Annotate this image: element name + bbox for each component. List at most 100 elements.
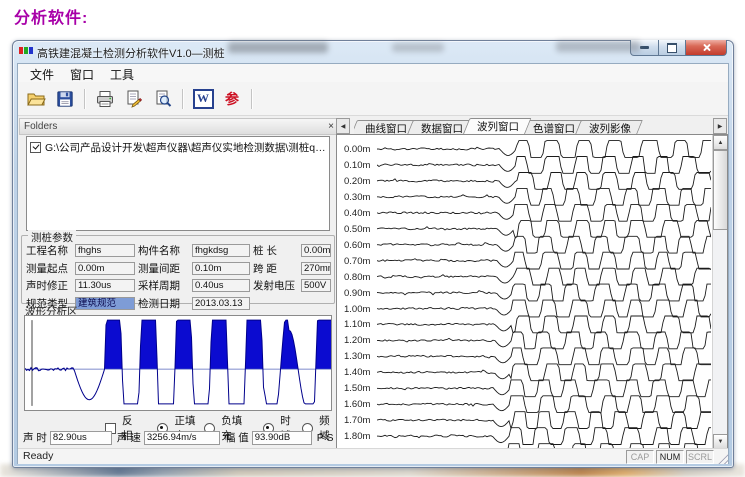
waveform-positive-fill xyxy=(25,320,331,404)
app-icon xyxy=(19,47,33,55)
wavetrain-panel[interactable]: ▲ ▼ 0.00m0.10m0.20m0.30m0.40m0.50m0.60m0… xyxy=(336,134,728,450)
checkbox-icon[interactable] xyxy=(30,142,41,153)
word-icon: W xyxy=(193,89,214,109)
menu-window[interactable]: 窗口 xyxy=(62,65,102,82)
param-value[interactable]: 0.40us xyxy=(192,279,250,292)
scrollbar-thumb[interactable] xyxy=(713,150,728,230)
param-label: 检测日期 xyxy=(138,296,189,311)
readout-value[interactable]: 82.90us xyxy=(50,431,112,445)
print-preview-button[interactable] xyxy=(150,87,176,111)
waveform-trace xyxy=(377,173,711,190)
depth-label: 1.70m xyxy=(344,415,370,426)
depth-label: 1.20m xyxy=(344,335,370,346)
tree-item-label: G:\公司产品设计开发\超声仪器\超声仪实地检测数据\测桩qd\qd03\qd0… xyxy=(45,140,326,155)
minimize-icon xyxy=(640,46,649,49)
param-label: 发射电压 xyxy=(253,278,298,293)
tab-scroll-left-button[interactable]: ◀ xyxy=(336,118,350,134)
tab-4[interactable]: 波列影像 xyxy=(578,120,640,134)
depth-label: 1.60m xyxy=(344,399,370,410)
param-value[interactable]: 500V xyxy=(301,279,331,292)
tab-label: 曲线窗口 xyxy=(365,123,407,134)
folders-panel-header: Folders × xyxy=(19,118,341,135)
word-export-button[interactable]: W xyxy=(190,87,216,111)
pile-params-groupbox: 测桩参数 工程名称fhghs构件名称fhgkdsg桩 长0.00m测量起点0.0… xyxy=(21,235,335,304)
depth-label: 0.10m xyxy=(344,160,370,171)
depth-label: 0.30m xyxy=(344,192,370,203)
scroll-down-button[interactable]: ▼ xyxy=(713,434,728,449)
param-value[interactable]: 0.00m xyxy=(301,244,331,257)
client-area: 文件窗口工具 xyxy=(17,63,729,464)
parameter-char-icon: 参 xyxy=(225,89,239,109)
chevron-left-icon: ◀ xyxy=(341,123,346,130)
tab-2[interactable]: 波列窗口 xyxy=(466,118,528,134)
folders-tree: G:\公司产品设计开发\超声仪器\超声仪实地检测数据\测桩qd\qd03\qd0… xyxy=(26,136,330,231)
param-value[interactable]: 11.30us xyxy=(75,279,135,292)
tab-scroll-right-button[interactable]: ▶ xyxy=(713,118,727,134)
param-value[interactable]: fhgkdsg xyxy=(192,244,250,257)
tab-label: 波列影像 xyxy=(589,123,631,134)
menu-tools[interactable]: 工具 xyxy=(102,65,142,82)
param-value[interactable]: 建筑规范 xyxy=(75,297,135,310)
depth-label: 0.70m xyxy=(344,256,370,267)
waveform-trace xyxy=(377,236,711,253)
waveform-trace xyxy=(377,141,711,158)
waveform-trace xyxy=(377,428,711,445)
save-icon xyxy=(56,90,74,108)
menubar: 文件窗口工具 xyxy=(18,64,728,84)
vertical-scrollbar[interactable]: ▲ ▼ xyxy=(712,135,727,449)
parameters-button[interactable]: 参 xyxy=(219,87,245,111)
readout-value[interactable]: 93.90dB xyxy=(252,431,312,445)
depth-label: 0.50m xyxy=(344,224,370,235)
maximize-button[interactable] xyxy=(659,40,685,56)
waveform-trace xyxy=(377,412,711,429)
waveform-trace xyxy=(377,396,711,413)
print-setup-button[interactable] xyxy=(121,87,147,111)
param-value[interactable]: 2013.03.13 xyxy=(192,297,250,310)
waveform-analysis-plot[interactable] xyxy=(24,315,332,411)
param-value[interactable]: 270mm xyxy=(301,262,331,275)
waveform-trace xyxy=(377,252,711,269)
status-scrl: SCRL xyxy=(686,450,714,464)
param-value[interactable]: fhghs xyxy=(75,244,135,257)
depth-label: 1.50m xyxy=(344,383,370,394)
save-button[interactable] xyxy=(52,87,78,111)
tab-label: 波列窗口 xyxy=(477,121,519,133)
minimize-button[interactable] xyxy=(630,40,659,56)
params-grid: 工程名称fhghs构件名称fhgkdsg桩 长0.00m测量起点0.00m测量间… xyxy=(26,243,331,311)
tab-label: 色谱窗口 xyxy=(533,123,575,134)
status-cap: CAP xyxy=(626,450,654,464)
param-label: 采样周期 xyxy=(138,278,189,293)
param-label: 工程名称 xyxy=(26,243,72,258)
scroll-up-button[interactable]: ▲ xyxy=(713,135,728,150)
titlebar[interactable]: 高铁建混凝土检测分析软件V1.0—测桩 xyxy=(13,41,733,62)
print-button[interactable] xyxy=(92,87,118,111)
status-bar: Ready CAPNUMSCRL xyxy=(18,448,728,464)
depth-label: 0.40m xyxy=(344,208,370,219)
depth-label: 1.00m xyxy=(344,304,370,315)
folders-close-icon[interactable]: × xyxy=(326,122,336,132)
waveform-trace xyxy=(377,188,711,205)
depth-label: 0.20m xyxy=(344,176,370,187)
menu-file[interactable]: 文件 xyxy=(22,65,62,82)
waveform-trace xyxy=(377,380,711,397)
depth-label: 0.80m xyxy=(344,272,370,283)
param-value[interactable]: 0.10m xyxy=(192,262,250,275)
open-button[interactable] xyxy=(23,87,49,111)
depth-label: 1.10m xyxy=(344,319,370,330)
toolbar-separator xyxy=(251,89,253,109)
close-button[interactable] xyxy=(685,40,727,56)
depth-label: 0.00m xyxy=(344,144,370,155)
param-value[interactable]: 0.00m xyxy=(75,262,135,275)
waveform-trace xyxy=(377,316,711,333)
waveform-trace xyxy=(377,364,711,381)
waveform-trace xyxy=(377,268,711,285)
param-label: 声时修正 xyxy=(26,278,72,293)
readout-value[interactable]: 3256.94m/s xyxy=(144,431,220,445)
window-title: 高铁建混凝土检测分析软件V1.0—测桩 xyxy=(37,45,225,61)
tree-item[interactable]: G:\公司产品设计开发\超声仪器\超声仪实地检测数据\测桩qd\qd03\qd0… xyxy=(27,137,329,158)
resize-grip[interactable] xyxy=(716,452,728,464)
waveform-trace xyxy=(377,157,711,174)
page-title: 分析软件: xyxy=(14,4,88,28)
tab-bar: ◀ 曲线窗口数据窗口波列窗口色谱窗口波列影像 ▶ xyxy=(336,118,727,134)
printer-icon xyxy=(95,89,115,109)
